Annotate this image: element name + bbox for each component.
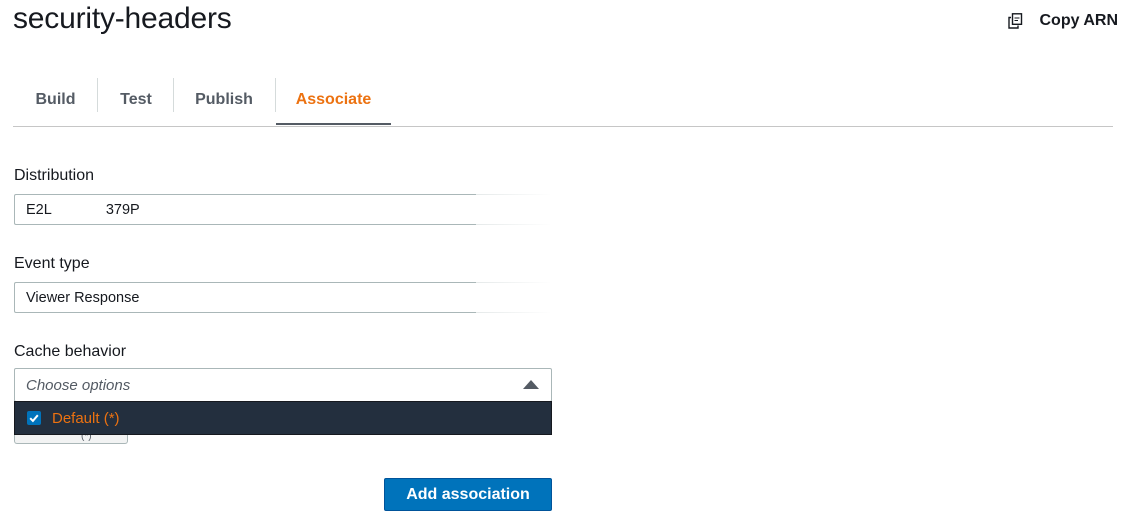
copy-arn-label: Copy ARN <box>1039 12 1118 29</box>
field-fade <box>476 194 552 226</box>
tab-build[interactable]: Build <box>13 76 98 124</box>
event-type-value: Viewer Response <box>26 289 140 306</box>
event-type-label: Event type <box>14 255 90 272</box>
tab-label: Build <box>35 91 76 108</box>
button-label: Add association <box>406 485 530 503</box>
distribution-value-start: E2L <box>26 201 52 218</box>
tab-bar: Build Test Publish Associate <box>13 76 1113 127</box>
option-label: Default (*) <box>52 409 120 427</box>
page-title: security-headers <box>13 2 232 35</box>
select-placeholder: Choose options <box>26 376 131 394</box>
field-fade <box>476 282 552 314</box>
cache-behavior-select[interactable]: Choose options <box>14 368 552 402</box>
tab-label: Publish <box>195 91 253 108</box>
selected-token: (*) <box>14 431 128 444</box>
tab-associate[interactable]: Associate <box>276 76 391 125</box>
distribution-field[interactable]: E2L 379P <box>14 194 550 225</box>
tab-publish[interactable]: Publish <box>174 76 274 124</box>
event-type-field[interactable]: Viewer Response <box>14 282 550 313</box>
caret-up-icon[interactable] <box>523 380 539 389</box>
tab-label: Test <box>120 91 152 108</box>
tab-label: Associate <box>295 90 372 108</box>
distribution-label: Distribution <box>14 167 95 184</box>
copy-arn-button[interactable]: Copy ARN <box>1008 12 1118 30</box>
tab-test[interactable]: Test <box>98 76 174 124</box>
distribution-value-end: 379P <box>105 201 140 218</box>
checkbox-checked-icon[interactable] <box>27 411 41 425</box>
page: security-headers Copy ARN Build Test Pub… <box>0 0 1132 518</box>
cache-behavior-label: Cache behavior <box>14 343 127 360</box>
dropdown-option-default[interactable]: Default (*) <box>14 401 552 435</box>
copy-icon <box>1008 13 1023 29</box>
add-association-button[interactable]: Add association <box>384 478 552 511</box>
